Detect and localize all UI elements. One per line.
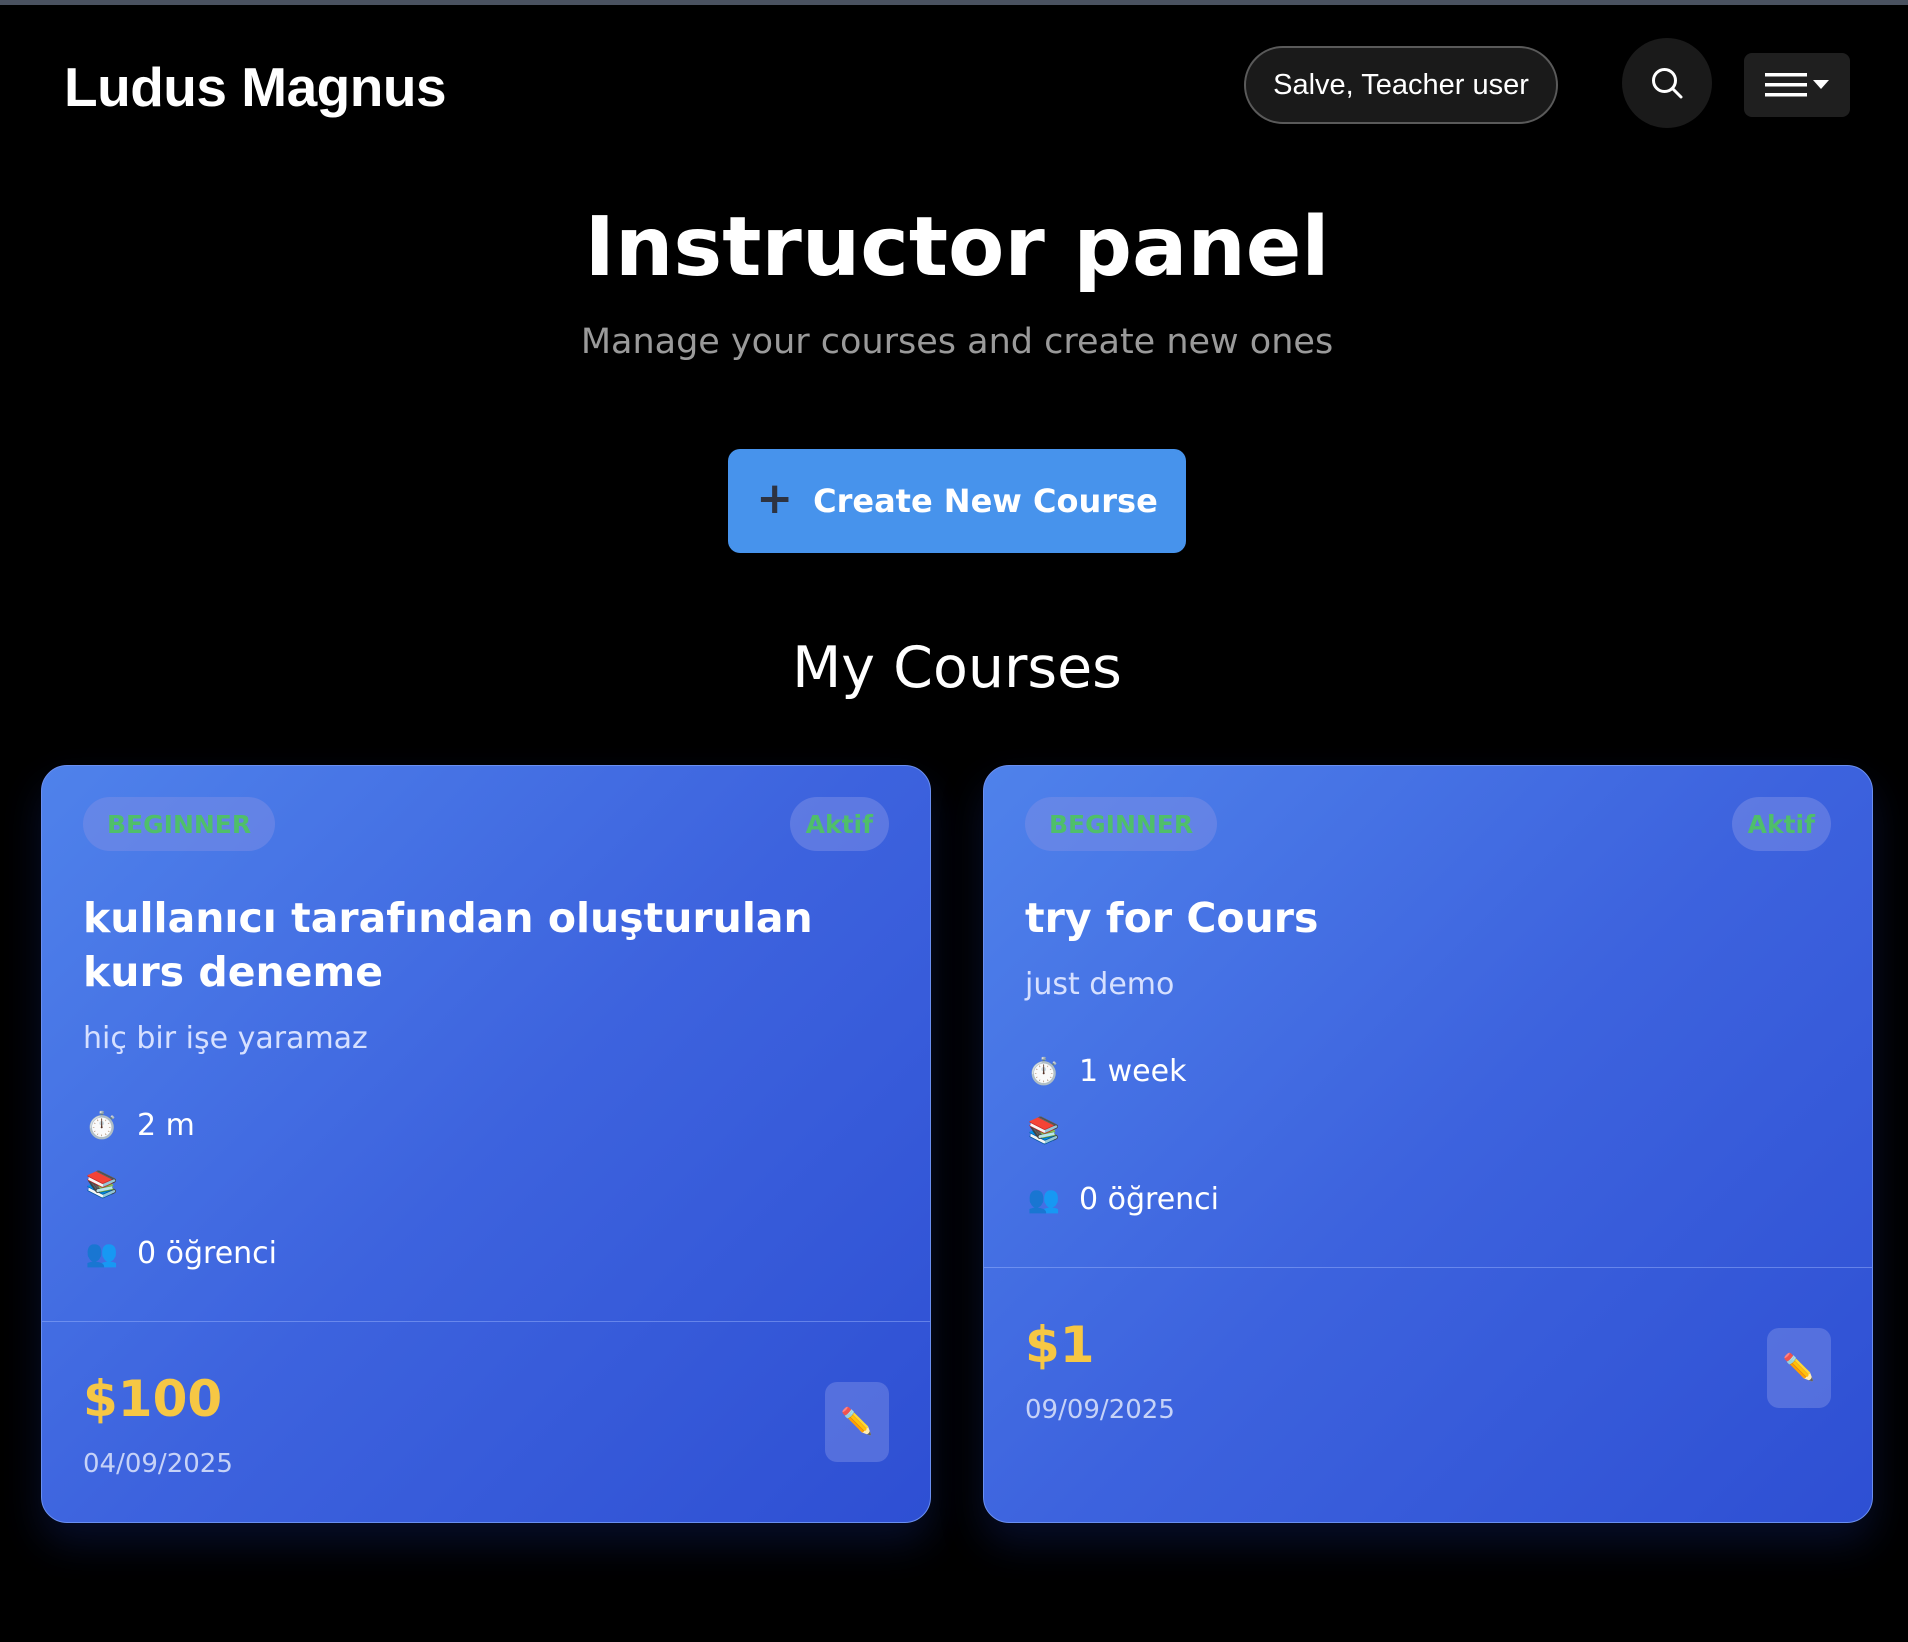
page-title: Instructor panel — [584, 200, 1330, 295]
course-date: 09/09/2025 — [1025, 1395, 1175, 1425]
students-text: 0 öğrenci — [1079, 1182, 1219, 1217]
stopwatch-icon: ⏱️ — [1027, 1056, 1061, 1087]
stopwatch-icon: ⏱️ — [85, 1110, 119, 1141]
search-icon — [1652, 68, 1683, 99]
books-icon: 📚 — [85, 1170, 119, 1200]
status-badge: Aktif — [789, 797, 889, 851]
course-duration: ⏱️ 1 week — [1025, 1054, 1187, 1089]
menu-dropdown-button[interactable] — [1744, 53, 1850, 117]
pencil-icon: ✏️ — [840, 1407, 874, 1437]
students-text: 0 öğrenci — [137, 1236, 277, 1271]
duration-text: 2 m — [137, 1108, 195, 1143]
course-students: 👥 0 öğrenci — [1025, 1182, 1219, 1217]
status-badge: Aktif — [1731, 797, 1831, 851]
duration-text: 1 week — [1079, 1054, 1187, 1089]
card-divider — [984, 1267, 1872, 1268]
user-greeting-button[interactable]: Salve, Teacher user — [1244, 46, 1558, 124]
course-card[interactable]: BEGINNER Aktif kullanıcı tarafından oluş… — [41, 765, 931, 1523]
people-icon: 👥 — [85, 1238, 119, 1269]
course-lessons: 📚 — [83, 1170, 137, 1200]
edit-course-button[interactable]: ✏️ — [825, 1382, 889, 1462]
top-nav: Ludus Magnus Salve, Teacher user — [0, 5, 1908, 165]
people-icon: 👥 — [1027, 1184, 1061, 1215]
level-badge: BEGINNER — [83, 797, 276, 851]
brand-logo[interactable]: Ludus Magnus — [64, 55, 447, 119]
search-button[interactable] — [1622, 38, 1712, 128]
course-students: 👥 0 öğrenci — [83, 1236, 277, 1271]
page-subtitle: Manage your courses and create new ones — [580, 322, 1334, 362]
course-description: just demo — [1025, 967, 1175, 1002]
course-description: hiç bir işe yaramaz — [83, 1021, 368, 1056]
plus-icon: + — [756, 473, 794, 524]
course-price: $100 — [83, 1370, 223, 1428]
card-divider — [42, 1321, 930, 1322]
hamburger-menu-icon — [1765, 73, 1807, 97]
create-course-label: Create New Course — [813, 482, 1158, 520]
course-title: kullanıcı tarafından oluşturulan kurs de… — [83, 894, 813, 996]
course-title: try for Cours — [1025, 894, 1319, 942]
pencil-icon: ✏️ — [1782, 1353, 1816, 1383]
books-icon: 📚 — [1027, 1116, 1061, 1146]
create-course-button[interactable]: + Create New Course — [728, 449, 1186, 553]
course-card[interactable]: BEGINNER Aktif try for Cours just demo ⏱… — [983, 765, 1873, 1523]
level-badge: BEGINNER — [1025, 797, 1218, 851]
course-duration: ⏱️ 2 m — [83, 1108, 195, 1143]
caret-down-icon — [1813, 80, 1829, 89]
section-title: My Courses — [792, 635, 1122, 701]
course-lessons: 📚 — [1025, 1116, 1079, 1146]
course-price: $1 — [1025, 1316, 1095, 1374]
edit-course-button[interactable]: ✏️ — [1767, 1328, 1831, 1408]
course-date: 04/09/2025 — [83, 1449, 233, 1479]
